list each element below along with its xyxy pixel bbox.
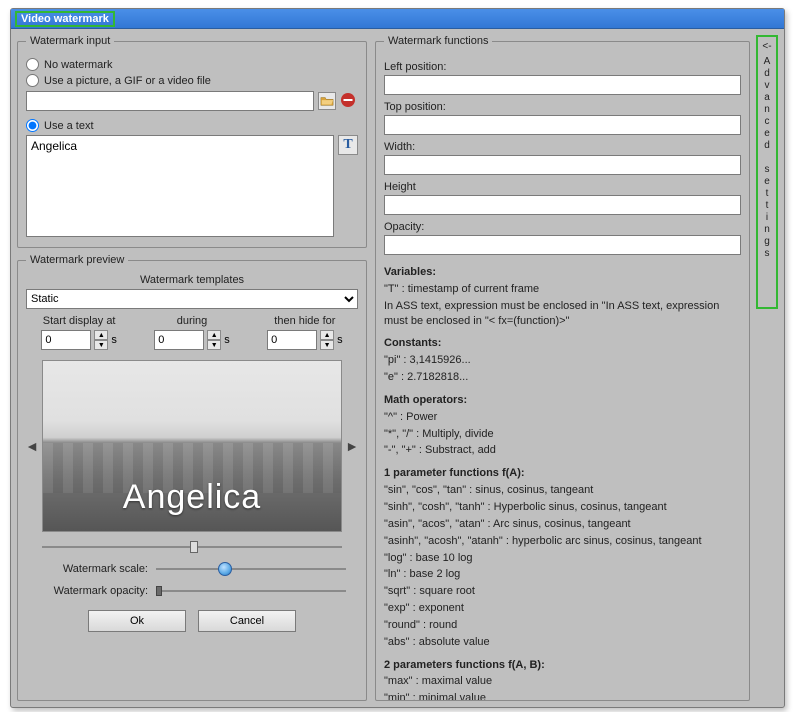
watermark-text-input[interactable]: Angelica xyxy=(26,135,334,237)
timeline-slider[interactable] xyxy=(42,540,342,554)
text-style-icon[interactable]: T xyxy=(338,135,358,155)
start-spinner[interactable]: ▲▼ xyxy=(94,330,108,350)
height-label: Height xyxy=(384,181,741,193)
watermark-functions-legend: Watermark functions xyxy=(384,35,492,47)
watermark-preview-group: Watermark preview Watermark templates St… xyxy=(17,254,367,701)
start-display-label: Start display at xyxy=(43,315,116,327)
during-spinner[interactable]: ▲▼ xyxy=(207,330,221,350)
scale-slider[interactable] xyxy=(156,562,346,576)
cancel-button[interactable]: Cancel xyxy=(198,610,296,632)
during-input[interactable] xyxy=(154,330,204,350)
left-position-label: Left position: xyxy=(384,61,741,73)
picture-path-input[interactable] xyxy=(26,91,314,111)
width-input[interactable] xyxy=(384,155,741,175)
preview-prev-icon[interactable]: ◄ xyxy=(26,426,38,466)
radio-use-text-input[interactable] xyxy=(26,119,39,132)
preview-overlay-text: Angelica xyxy=(123,478,261,517)
radio-use-picture-input[interactable] xyxy=(26,74,39,87)
radio-no-watermark-input[interactable] xyxy=(26,58,39,71)
opacity-slider[interactable] xyxy=(156,584,346,598)
fn-opacity-label: Opacity: xyxy=(384,221,741,233)
scale-label: Watermark scale: xyxy=(38,563,148,575)
watermark-input-legend: Watermark input xyxy=(26,35,114,47)
collapse-arrow-icon: <- xyxy=(762,41,771,52)
open-file-icon[interactable] xyxy=(318,92,336,110)
advanced-settings-label: Advanced settings xyxy=(762,56,773,260)
during-label: during xyxy=(177,315,208,327)
titlebar[interactable]: Video watermark xyxy=(11,9,784,29)
fn-opacity-input[interactable] xyxy=(384,235,741,255)
left-position-input[interactable] xyxy=(384,75,741,95)
radio-use-text[interactable]: Use a text xyxy=(26,119,358,132)
radio-use-picture[interactable]: Use a picture, a GIF or a video file xyxy=(26,74,358,87)
watermark-preview-legend: Watermark preview xyxy=(26,254,128,266)
hide-input[interactable] xyxy=(267,330,317,350)
advanced-settings-panel[interactable]: <- Advanced settings xyxy=(756,35,778,309)
hide-spinner[interactable]: ▲▼ xyxy=(320,330,334,350)
watermark-functions-group: Watermark functions Left position: Top p… xyxy=(375,35,750,701)
opacity-label: Watermark opacity: xyxy=(38,585,148,597)
preview-frame: Angelica xyxy=(42,360,342,532)
hide-label: then hide for xyxy=(274,315,335,327)
top-position-input[interactable] xyxy=(384,115,741,135)
watermark-input-group: Watermark input No watermark Use a pictu… xyxy=(17,35,367,248)
width-label: Width: xyxy=(384,141,741,153)
ok-button[interactable]: Ok xyxy=(88,610,186,632)
preview-next-icon[interactable]: ► xyxy=(346,426,358,466)
top-position-label: Top position: xyxy=(384,101,741,113)
radio-no-watermark[interactable]: No watermark xyxy=(26,58,358,71)
documentation-text: Variables: "T" : timestamp of current fr… xyxy=(384,265,741,701)
templates-label: Watermark templates xyxy=(26,274,358,286)
video-watermark-dialog: Video watermark Watermark input No water… xyxy=(10,8,785,708)
height-input[interactable] xyxy=(384,195,741,215)
clear-file-icon[interactable] xyxy=(340,92,358,110)
start-display-input[interactable] xyxy=(41,330,91,350)
template-select[interactable]: Static xyxy=(26,289,358,309)
window-title: Video watermark xyxy=(15,11,115,27)
